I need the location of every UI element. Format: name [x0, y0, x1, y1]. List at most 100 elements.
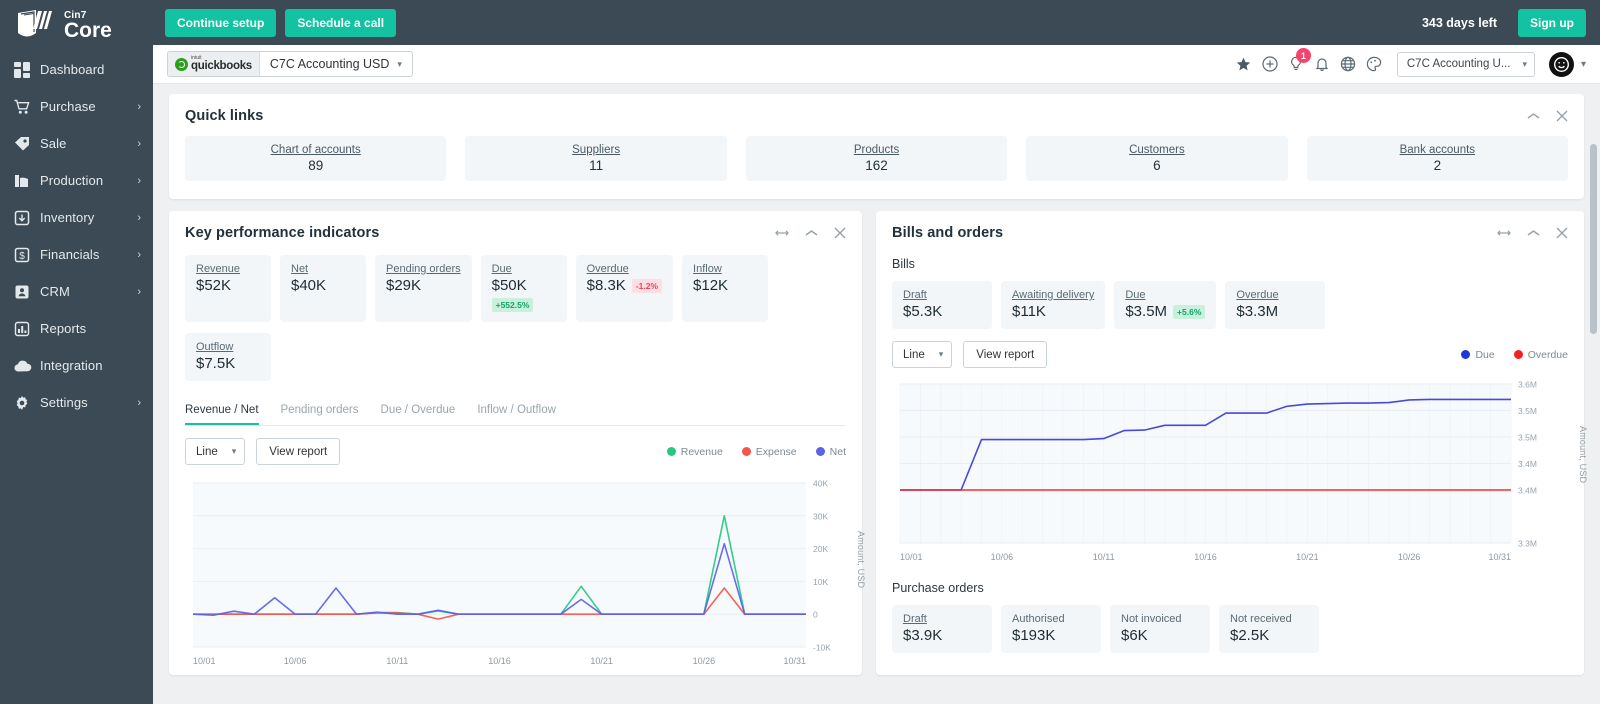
collapse-icon[interactable]: [1527, 112, 1540, 120]
bills-view-report-button[interactable]: View report: [963, 341, 1048, 368]
kpi-card-due[interactable]: Due $50K +552.5%: [480, 255, 567, 322]
organisation-select[interactable]: C7C Accounting U... ▾: [1396, 51, 1535, 77]
bell-icon[interactable]: [1309, 51, 1335, 77]
avatar-chevron-down-icon[interactable]: ▾: [1581, 59, 1586, 70]
legend-item-net[interactable]: Net: [815, 445, 846, 458]
resize-icon[interactable]: [1497, 229, 1511, 237]
kpi-card-pending-orders[interactable]: Pending orders $29K: [375, 255, 472, 322]
sidebar-item-integration[interactable]: Integration: [0, 347, 153, 384]
chevron-right-icon: ›: [137, 248, 141, 261]
kpi-card-outflow[interactable]: Outflow $7.5K: [185, 333, 271, 381]
kpi-view-report-button[interactable]: View report: [256, 438, 341, 465]
sidebar-item-settings[interactable]: Settings ›: [0, 384, 153, 421]
kpi-value: $40K: [291, 277, 327, 294]
quick-link-value: 89: [308, 158, 324, 173]
plus-circle-icon[interactable]: [1257, 51, 1283, 77]
kpi-card-net[interactable]: Net $40K: [280, 255, 366, 322]
bills-card-overdue[interactable]: Overdue $3.3M: [1225, 281, 1326, 329]
kpi-label: Pending orders: [386, 263, 461, 275]
quick-links-header: Quick links: [169, 94, 1584, 130]
scrollbar-thumb[interactable]: [1590, 144, 1597, 334]
sidebar-item-inventory[interactable]: Inventory ›: [0, 199, 153, 236]
collapse-icon[interactable]: [805, 229, 818, 237]
quick-link-value: 6: [1153, 158, 1161, 173]
sidebar-item-crm[interactable]: CRM ›: [0, 273, 153, 310]
sidebar-item-dashboard[interactable]: Dashboard: [0, 51, 153, 88]
bills-card-awaiting-delivery[interactable]: Awaiting delivery $11K: [1001, 281, 1106, 329]
quick-link-products[interactable]: Products 162: [745, 136, 1008, 181]
panels-row: Key performance indicators Revenue $52K …: [169, 211, 1588, 675]
resize-icon[interactable]: [775, 229, 789, 237]
kpi-card: Key performance indicators Revenue $52K …: [169, 211, 866, 675]
kpi-card-overdue[interactable]: Overdue $8.3K -1.2%: [575, 255, 674, 322]
kpi-label: Due: [491, 263, 512, 275]
legend-item-due[interactable]: Due: [1461, 349, 1495, 361]
organisation-name: C7C Accounting U...: [1406, 58, 1511, 70]
svg-text:3.5M: 3.5M: [1518, 433, 1537, 443]
legend-label: Expense: [755, 445, 797, 458]
quick-link-suppliers[interactable]: Suppliers 11: [465, 136, 727, 181]
collapse-icon[interactable]: [1527, 229, 1540, 237]
tab-inflow-outflow[interactable]: Inflow / Outflow: [477, 404, 556, 425]
po-card-draft[interactable]: Draft $3.9K: [892, 605, 992, 653]
days-left-label: 343 days left: [1421, 15, 1497, 30]
kpi-card-inflow[interactable]: Inflow $12K: [682, 255, 769, 322]
quick-link-bank-accounts[interactable]: Bank accounts 2: [1306, 136, 1569, 181]
legend-label: Net: [829, 445, 846, 458]
lightbulb-icon[interactable]: 1: [1283, 48, 1311, 77]
close-icon[interactable]: [834, 227, 846, 239]
sidebar-item-production[interactable]: Production ›: [0, 162, 153, 199]
quick-links-row: Chart of accounts 89 Suppliers 11 Produc…: [169, 130, 1584, 199]
legend-item-revenue[interactable]: Revenue: [666, 446, 723, 458]
avatar[interactable]: [1548, 51, 1574, 77]
po-card-not-received[interactable]: Not received $2.5K: [1219, 605, 1319, 653]
kpi-chart-type-select[interactable]: Line ▾: [185, 438, 246, 465]
sidebar-label: CRM: [40, 284, 70, 299]
tab-due-overdue[interactable]: Due / Overdue: [381, 404, 456, 425]
quickbooks-logo-icon: intuit quickbooks: [168, 52, 260, 76]
quick-link-label: Suppliers: [572, 144, 621, 156]
bills-title: Bills and orders: [892, 225, 1004, 241]
bills-card-due[interactable]: Due $3.5M +5.6%: [1114, 281, 1217, 329]
sidebar-item-purchase[interactable]: Purchase ›: [0, 88, 153, 125]
star-icon[interactable]: [1231, 51, 1257, 77]
quick-link-customers[interactable]: Customers 6: [1026, 136, 1288, 181]
quick-link-chart-of-accounts[interactable]: Chart of accounts 89: [185, 136, 447, 181]
globe-icon[interactable]: [1335, 51, 1361, 77]
logo-wordmark: Cin7 Core: [64, 10, 112, 41]
kpi-tabs: Revenue / Net Pending orders Due / Overd…: [185, 391, 846, 426]
kpi-value: $12K: [693, 277, 729, 294]
legend-item-expense[interactable]: Expense: [741, 445, 797, 458]
tab-pending-orders[interactable]: Pending orders: [281, 404, 359, 425]
kpi-card-revenue[interactable]: Revenue $52K: [185, 255, 271, 322]
quick-link-label: Products: [853, 144, 900, 156]
sidebar-item-financials[interactable]: $ Financials ›: [0, 236, 153, 273]
palette-icon[interactable]: [1361, 51, 1387, 77]
sidebar-item-sale[interactable]: Sale ›: [0, 125, 153, 162]
po-card-not-invoiced[interactable]: Not invoiced $6K: [1110, 605, 1210, 653]
kpi-value: $50K: [491, 277, 527, 294]
svg-text:10/21: 10/21: [590, 656, 613, 666]
chevron-down-icon: ▾: [397, 58, 402, 69]
close-icon[interactable]: [1556, 227, 1568, 239]
quick-links-title: Quick links: [185, 108, 264, 124]
legend-item-overdue[interactable]: Overdue: [1513, 349, 1568, 361]
chevron-right-icon: ›: [137, 285, 141, 298]
page-scrollbar[interactable]: [1589, 84, 1598, 704]
svg-text:10K: 10K: [813, 577, 828, 587]
continue-setup-button[interactable]: Continue setup: [165, 8, 277, 37]
close-icon[interactable]: [1556, 110, 1568, 122]
bills-cards-row: Draft $5.3K Awaiting delivery $11K Due $…: [876, 271, 1584, 329]
app-logo[interactable]: Cin7 Core: [0, 0, 153, 45]
bills-card-draft[interactable]: Draft $5.3K: [892, 281, 992, 329]
sidebar-item-reports[interactable]: Reports: [0, 310, 153, 347]
quickbooks-account-select[interactable]: intuit quickbooks C7C Accounting USD ▾: [167, 51, 413, 77]
tab-revenue-net[interactable]: Revenue / Net: [185, 404, 259, 425]
chevron-right-icon: ›: [137, 396, 141, 409]
po-card-authorised[interactable]: Authorised $193K: [1001, 605, 1101, 653]
sidebar-label: Purchase: [40, 99, 96, 114]
bills-chart-type-select[interactable]: Line ▾: [892, 341, 953, 368]
sign-up-button[interactable]: Sign up: [1518, 8, 1586, 37]
chevron-down-icon: ▾: [938, 349, 944, 359]
schedule-call-button[interactable]: Schedule a call: [285, 8, 397, 37]
